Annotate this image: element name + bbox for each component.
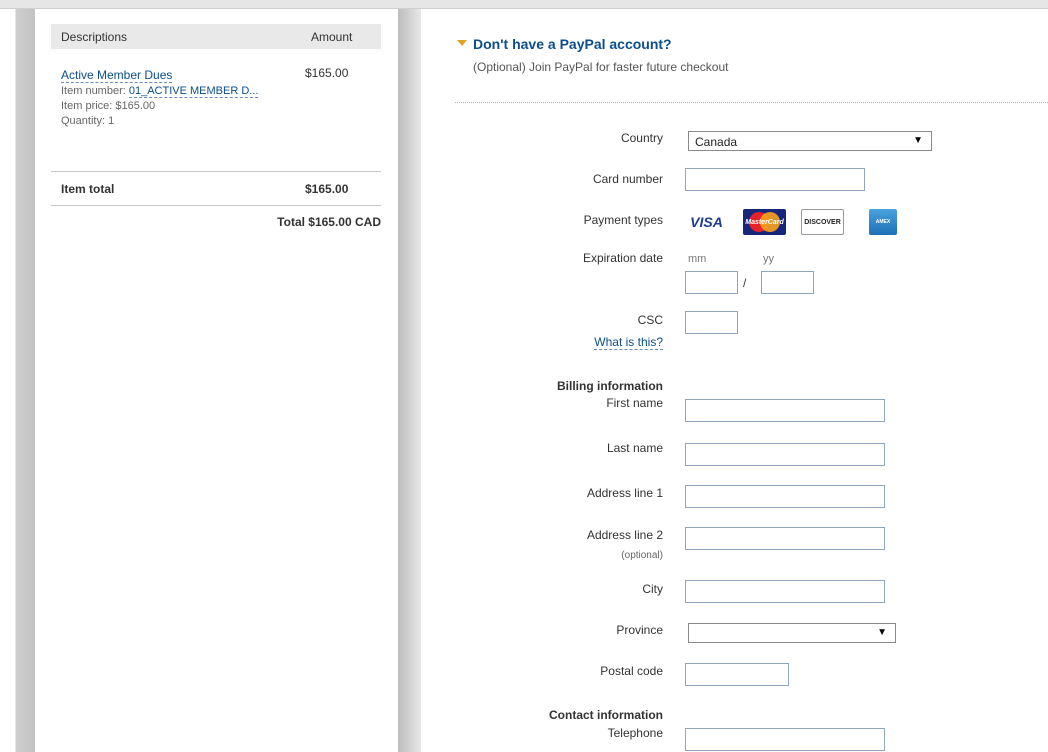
item-amount: $165.00	[305, 66, 349, 80]
discover-icon: DISCOVER	[801, 209, 844, 235]
country-label: Country	[620, 131, 663, 145]
item-number-value[interactable]: 01_ACTIVE MEMBER D...	[128, 85, 259, 98]
first-name-label: First name	[606, 396, 663, 410]
postal-code-label: Postal code	[600, 664, 663, 678]
item-total-value: $165.00	[305, 182, 349, 196]
divider	[455, 102, 1048, 103]
country-select[interactable]: Canada ▼	[688, 131, 932, 151]
visa-icon: VISA	[685, 209, 728, 235]
left-gutter	[0, 9, 35, 752]
expiration-month-input[interactable]	[685, 271, 738, 294]
address1-label: Address line 1	[586, 486, 663, 500]
item-total-row: Item total $165.00	[51, 172, 381, 206]
last-name-label: Last name	[606, 441, 663, 455]
last-name-input[interactable]	[685, 443, 885, 466]
expiration-year-input[interactable]	[761, 271, 814, 294]
card-number-label: Card number	[592, 172, 663, 186]
csc-help-wrap: What is this?	[594, 335, 663, 350]
card-number-input[interactable]	[685, 168, 865, 191]
mm-label: mm	[688, 253, 707, 265]
address2-input[interactable]	[685, 527, 885, 550]
descriptions-header: Descriptions	[61, 29, 128, 44]
postal-code-input[interactable]	[685, 663, 789, 686]
item-quantity: Quantity: 1	[61, 115, 115, 127]
address1-input[interactable]	[685, 485, 885, 508]
csc-input[interactable]	[685, 311, 738, 334]
province-label: Province	[616, 623, 663, 637]
amex-icon: AMEX	[869, 209, 897, 235]
mastercard-icon: MasterCard	[743, 209, 786, 235]
address2-optional: (optional)	[621, 550, 663, 561]
item-total-label: Item total	[61, 182, 115, 196]
down-arrow-icon: ▼	[913, 135, 923, 146]
csc-help-link[interactable]: What is this?	[594, 335, 663, 350]
telephone-input[interactable]	[685, 728, 885, 751]
city-label: City	[642, 582, 663, 596]
address2-optional-wrap: (optional)	[621, 547, 663, 561]
payment-form: Don't have a PayPal account? (Optional) …	[421, 9, 1048, 752]
line-item: Active Member Dues $165.00 Item number: …	[51, 49, 381, 172]
address2-label: Address line 2	[586, 528, 663, 542]
top-border	[0, 0, 1048, 9]
mastercard-text: MasterCard	[745, 218, 784, 226]
item-name-link[interactable]: Active Member Dues	[61, 69, 173, 83]
signup-heading: Don't have a PayPal account?	[473, 36, 672, 52]
discover-text: DISCOVER	[804, 218, 841, 226]
payment-types-label: Payment types	[583, 213, 663, 227]
item-price: Item price: $165.00	[61, 100, 156, 112]
item-number: Item number: 01_ACTIVE MEMBER D...	[61, 84, 371, 99]
country-value: Canada	[695, 135, 738, 149]
signup-subtext: (Optional) Join PayPal for faster future…	[473, 60, 729, 74]
expiration-label: Expiration date	[582, 251, 663, 265]
triangle-down-icon	[457, 40, 467, 47]
item-number-label: Item number:	[61, 85, 129, 97]
down-arrow-icon: ▼	[877, 627, 887, 638]
summary-header: Descriptions Amount	[51, 24, 381, 49]
csc-label: CSC	[637, 313, 663, 327]
city-input[interactable]	[685, 580, 885, 603]
amount-header: Amount	[311, 29, 353, 44]
order-summary: Descriptions Amount Active Member Dues $…	[51, 24, 381, 229]
contact-heading: Contact information	[549, 708, 663, 722]
amex-text: AMEX	[875, 219, 891, 225]
signup-toggle[interactable]: Don't have a PayPal account?	[457, 36, 672, 52]
province-select[interactable]: ▼	[688, 623, 896, 643]
yy-label: yy	[763, 253, 774, 265]
first-name-input[interactable]	[685, 399, 885, 422]
payment-types: VISA MasterCard DISCOVER AMEX	[685, 209, 897, 235]
date-slash: /	[743, 276, 747, 290]
grand-total: Total $165.00 CAD	[277, 215, 381, 229]
column-divider	[398, 9, 421, 752]
telephone-label: Telephone	[607, 726, 663, 740]
billing-heading: Billing information	[557, 379, 663, 393]
